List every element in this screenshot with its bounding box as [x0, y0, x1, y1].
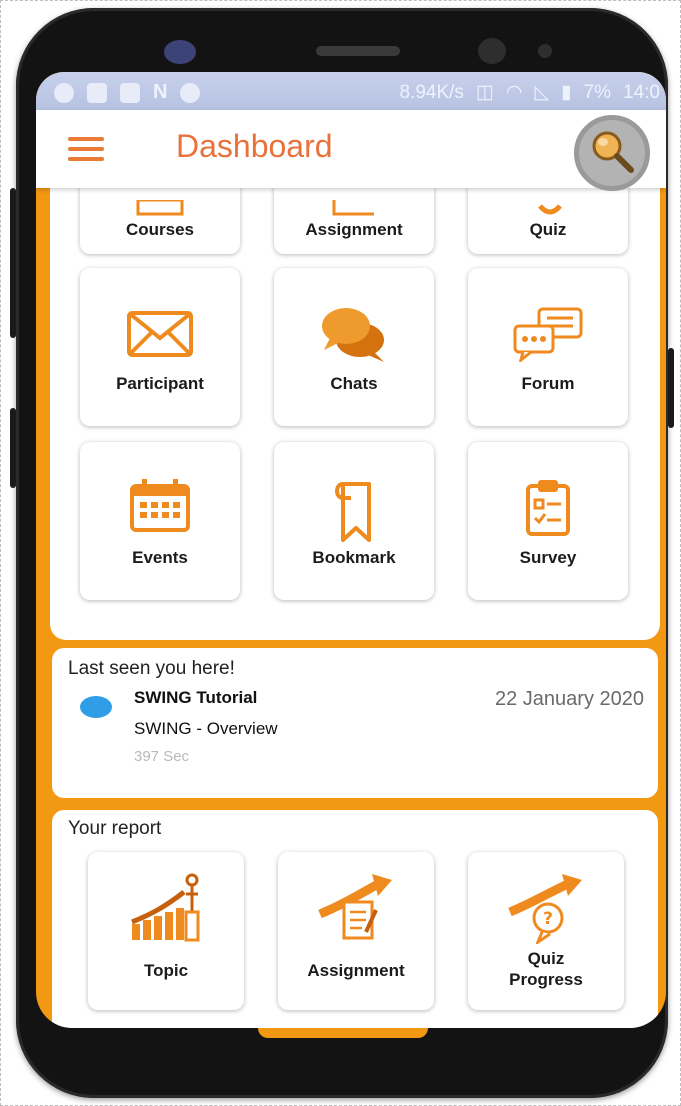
tile-label: Topic: [143, 961, 189, 980]
tile-label: Assignment: [305, 220, 403, 239]
search-icon: [592, 131, 634, 173]
quiz-tile[interactable]: Quiz: [468, 188, 628, 254]
app-bar: Dashboard: [36, 110, 666, 191]
course-dot-icon: [80, 696, 112, 718]
side-button: [10, 408, 16, 488]
front-camera: [164, 40, 196, 64]
clock: 14:0: [623, 81, 660, 103]
last-seen-module: SWING - Overview: [134, 719, 278, 738]
bookmark-tile[interactable]: Bookmark: [274, 442, 434, 600]
courses-tile[interactable]: Courses: [80, 188, 240, 254]
quiz-progress-report-tile[interactable]: ? Quiz Progress: [468, 852, 624, 1010]
notification-icons: N: [54, 81, 201, 104]
nfc-icon: N: [153, 81, 168, 103]
chat-bubbles-icon: [322, 308, 384, 362]
earpiece-speaker: [316, 46, 400, 56]
sync-icon: [180, 82, 201, 103]
last-seen-card[interactable]: Last seen you here! SWING Tutorial 22 Ja…: [52, 648, 658, 798]
calendar-icon: [130, 479, 190, 532]
phone-screen: N 8.94K/s ◫ ◠ ◺ ▮ 7% 14:0 Dashboard Cour…: [36, 72, 666, 1028]
hamburger-menu-icon[interactable]: [68, 137, 104, 161]
net-speed: 8.94K/s: [399, 81, 464, 103]
assignment-report-tile[interactable]: Assignment: [278, 852, 434, 1010]
report-section: Your report Topic Assignment ? Quiz Prog…: [52, 810, 658, 1028]
last-seen-course: SWING Tutorial: [134, 688, 258, 707]
envelope-icon: [127, 311, 193, 357]
tile-label: Events: [132, 548, 188, 567]
battery-level: 7%: [583, 81, 612, 103]
tile-label: Courses: [125, 220, 195, 239]
proximity-sensor: [478, 38, 506, 64]
tile-label-line1: Quiz: [527, 949, 565, 968]
svg-text:?: ?: [543, 909, 553, 929]
power-button: [668, 348, 674, 428]
assignment-report-icon: [318, 874, 392, 940]
forum-tile[interactable]: Forum: [468, 268, 628, 426]
tile-label: Survey: [519, 548, 577, 567]
tile-label-line2: Progress: [509, 970, 583, 989]
battery-icon: ▮: [561, 82, 572, 103]
page-title: Dashboard: [176, 128, 333, 164]
last-seen-date: 22 January 2020: [494, 688, 644, 710]
tile-label: Bookmark: [312, 548, 396, 567]
bottom-nav-indicator: [258, 1028, 428, 1038]
search-button[interactable]: [574, 115, 650, 191]
tile-label: Assignment: [307, 961, 405, 980]
forum-icon: [513, 307, 583, 362]
whatsapp-icon: [54, 82, 74, 103]
assignment-tile[interactable]: Assignment: [274, 188, 434, 254]
events-tile[interactable]: Events: [80, 442, 240, 600]
clipboard-icon: [526, 480, 570, 536]
wifi-icon: ◠: [505, 82, 523, 103]
tile-label: Quiz Progress: [468, 948, 624, 990]
participant-tile[interactable]: Participant: [80, 268, 240, 426]
bookmark-icon: [335, 482, 371, 542]
chats-tile[interactable]: Chats: [274, 268, 434, 426]
feature-grid: Courses Assignment Quiz Participant Chat…: [50, 188, 660, 640]
vibrate-icon: ◫: [475, 82, 494, 103]
light-sensor: [538, 44, 552, 58]
tile-label: Chats: [330, 374, 378, 393]
dashboard-content[interactable]: Courses Assignment Quiz Participant Chat…: [36, 188, 666, 1028]
report-heading: Your report: [68, 818, 162, 839]
survey-tile[interactable]: Survey: [468, 442, 628, 600]
status-right: 8.94K/s ◫ ◠ ◺ ▮ 7% 14:0: [399, 81, 660, 104]
topic-report-tile[interactable]: Topic: [88, 852, 244, 1010]
tile-label: Forum: [521, 374, 575, 393]
last-seen-duration: 397 Sec: [134, 748, 190, 765]
last-seen-heading: Last seen you here!: [68, 658, 235, 679]
tile-label: Participant: [116, 374, 204, 393]
quiz-progress-icon: ?: [508, 874, 582, 944]
status-bar: N 8.94K/s ◫ ◠ ◺ ▮ 7% 14:0: [36, 72, 666, 110]
volume-button: [10, 188, 16, 338]
signal-icon: ◺: [534, 82, 550, 103]
tile-label: Quiz: [529, 220, 567, 239]
growth-chart-icon: [131, 873, 200, 942]
image-icon: [87, 82, 107, 103]
sim-icon: [120, 82, 140, 103]
